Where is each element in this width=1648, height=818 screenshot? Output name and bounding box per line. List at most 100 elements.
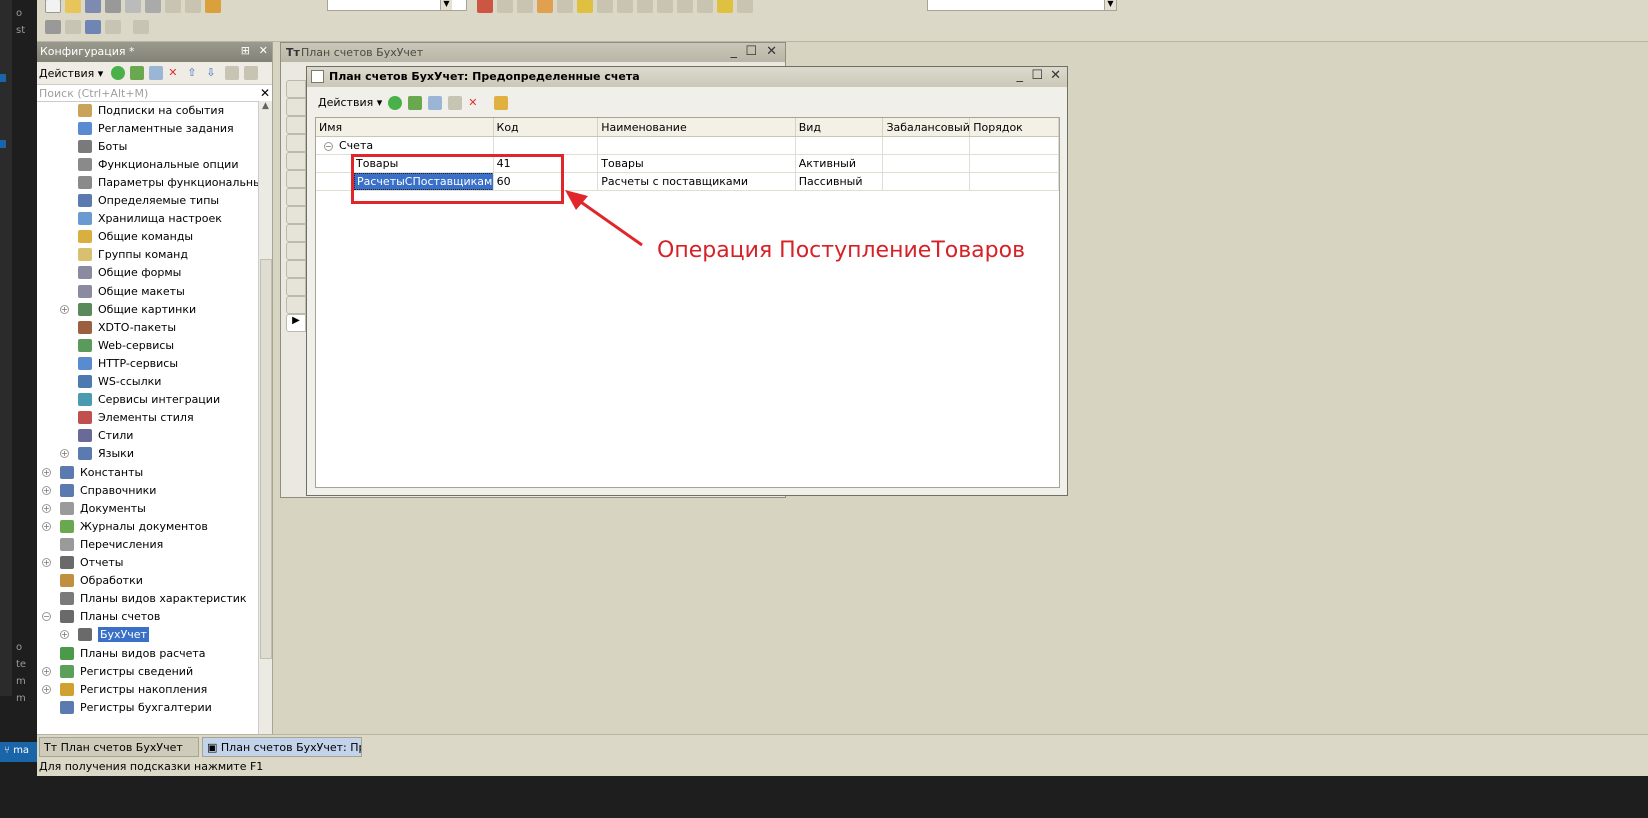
sidebar-item[interactable]: te (16, 659, 26, 670)
pin-icon[interactable]: ⊞ (241, 44, 250, 57)
tree-item[interactable]: Параметры функциональных опц (78, 173, 258, 191)
tree-item[interactable]: + Журналы документов (42, 517, 208, 535)
side-tab[interactable] (286, 80, 306, 98)
minimize-icon[interactable]: _ (1017, 68, 1024, 83)
tree-item[interactable]: + Общие картинки (60, 300, 196, 318)
window-titlebar[interactable]: План счетов БухУчет: Предопределенные сч… (307, 67, 1067, 87)
tree-item[interactable]: Обработки (60, 572, 143, 590)
tree-item[interactable]: Перечисления (60, 535, 163, 553)
minimize-icon[interactable]: _ (731, 44, 738, 59)
expand-icon[interactable]: + (42, 521, 51, 531)
tree-item[interactable]: WS-ссылки (78, 373, 161, 391)
expand-icon[interactable]: + (60, 630, 69, 640)
sidebar-item[interactable]: o (16, 8, 22, 19)
cell-offbalance[interactable] (883, 173, 971, 190)
tree-item[interactable]: Группы команд (78, 246, 188, 264)
cell-kind[interactable]: Пассивный (796, 173, 884, 190)
column-header[interactable]: Забалансовый (883, 118, 971, 136)
info-icon[interactable] (577, 0, 593, 13)
delete-icon[interactable]: ✕ (468, 96, 482, 110)
tree-item[interactable]: HTTP-сервисы (78, 354, 178, 372)
tree-item[interactable]: Сервисы интеграции (78, 391, 220, 409)
cell-kind[interactable]: Активный (796, 155, 884, 172)
chevron-down-icon[interactable]: ▼ (1104, 0, 1116, 10)
tree-item[interactable]: Подписки на события (78, 101, 224, 119)
column-header[interactable]: Наименование (598, 118, 796, 136)
cut-icon[interactable] (105, 0, 121, 13)
taskbar-tab[interactable]: Тт План счетов БухУчет (39, 737, 199, 757)
add-icon[interactable] (388, 95, 403, 110)
copy-icon[interactable] (428, 95, 443, 110)
window-icon[interactable] (677, 0, 693, 13)
move-down-icon[interactable]: ⇩ (206, 66, 220, 80)
tree-item[interactable]: Планы видов характеристик (60, 590, 247, 608)
search-next-icon[interactable] (517, 0, 533, 13)
tools-icon[interactable] (537, 0, 553, 13)
search-combo[interactable]: ▼ (327, 0, 467, 11)
close-icon[interactable]: ✕ (259, 44, 268, 57)
cell-order[interactable] (970, 155, 1059, 172)
table-group-row[interactable]: − Счета (316, 137, 1059, 155)
tree-item[interactable]: Хранилища настроек (78, 210, 222, 228)
tree-item[interactable]: Элементы стиля (78, 409, 194, 427)
new-icon[interactable] (45, 0, 61, 13)
taskbar-tab[interactable]: ▣ План счетов БухУчет: Пре... (202, 737, 362, 757)
tree-item[interactable]: Стили (78, 427, 133, 445)
actions-menu[interactable]: Действия ▾ (318, 96, 382, 109)
column-header[interactable]: Код (494, 118, 599, 136)
side-tab[interactable] (286, 260, 306, 278)
expand-icon[interactable]: + (42, 467, 51, 477)
redo-icon[interactable] (185, 0, 201, 13)
copy-icon[interactable] (125, 0, 141, 13)
edit-icon[interactable] (408, 95, 423, 110)
copy-icon[interactable] (149, 66, 164, 80)
close-search-icon[interactable] (477, 0, 493, 13)
add-icon[interactable] (111, 66, 126, 80)
scroll-up-icon[interactable]: ▲ (259, 101, 272, 111)
expand-icon[interactable]: + (42, 558, 51, 567)
tree-item[interactable]: Определяемые типы (78, 192, 219, 210)
side-tab[interactable] (286, 98, 306, 116)
tree-item[interactable]: + Регистры накопления (42, 680, 207, 698)
tree-item[interactable]: Общие макеты (78, 282, 185, 300)
tree-item[interactable]: Регламентные задания (78, 119, 234, 137)
side-tab[interactable] (286, 152, 306, 170)
window-titlebar[interactable]: Тт План счетов БухУчет _ ☐ ✕ (281, 43, 785, 62)
side-tab[interactable] (286, 224, 306, 242)
tree-item[interactable]: + Константы (42, 463, 143, 481)
git-branch-badge[interactable]: ⑂ ma (0, 742, 37, 762)
db-compare-icon[interactable] (105, 20, 121, 34)
tree-item[interactable]: XDTO-пакеты (78, 318, 176, 336)
collapse-icon[interactable]: − (42, 612, 51, 622)
scrollbar-thumb[interactable] (260, 259, 272, 659)
side-tab[interactable] (286, 188, 306, 206)
step-icon[interactable] (597, 0, 613, 13)
properties-icon[interactable] (225, 66, 240, 80)
tree-item[interactable]: + Справочники (42, 481, 156, 499)
column-header[interactable]: Имя (316, 118, 494, 136)
tree-item[interactable]: Общие формы (78, 264, 181, 282)
side-tab[interactable] (286, 170, 306, 188)
tree-item[interactable]: + Регистры сведений (42, 662, 193, 680)
expand-icon[interactable]: + (42, 503, 51, 513)
expand-icon[interactable]: + (42, 485, 51, 495)
filter-icon[interactable] (244, 66, 259, 80)
column-header[interactable]: Порядок (970, 118, 1059, 136)
tree-item[interactable]: Функциональные опции (78, 155, 238, 173)
run-icon[interactable] (657, 0, 673, 13)
run-enterprise-icon[interactable] (133, 20, 149, 34)
close-icon[interactable]: ✕ (766, 44, 777, 59)
column-header[interactable]: Вид (796, 118, 884, 136)
paste-icon[interactable] (145, 0, 161, 13)
cell-order[interactable] (970, 173, 1059, 190)
tree-item[interactable]: + Отчеты (42, 554, 123, 572)
search-input[interactable]: Поиск (Ctrl+Alt+M) ✕ (37, 85, 272, 102)
tree-item[interactable]: + Языки (60, 445, 134, 463)
debug-icon[interactable] (717, 0, 733, 13)
tree-item[interactable]: Web-сервисы (78, 336, 174, 354)
side-tab[interactable] (286, 296, 306, 314)
side-tab[interactable] (286, 242, 306, 260)
db-icon[interactable] (65, 20, 81, 34)
sidebar-item[interactable]: m (16, 676, 26, 687)
collapse-icon[interactable]: − (324, 142, 333, 151)
